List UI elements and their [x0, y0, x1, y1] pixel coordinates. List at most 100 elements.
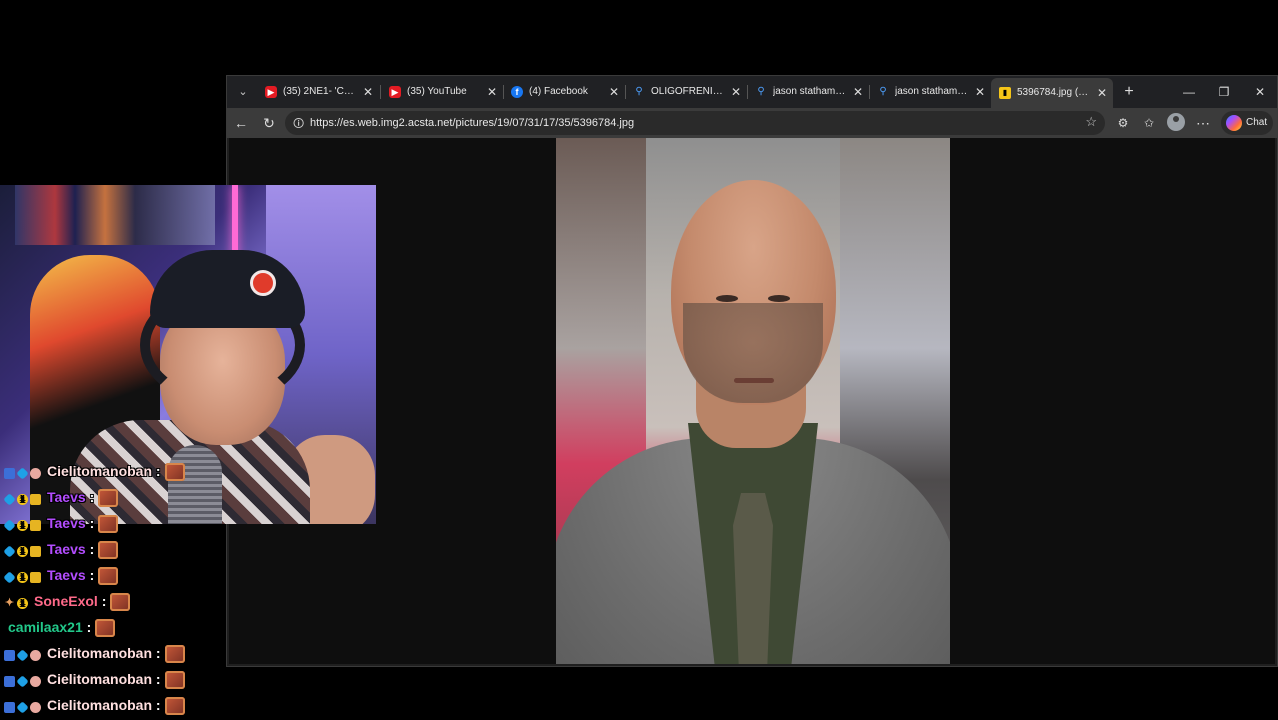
copilot-icon — [1226, 115, 1242, 131]
chat-separator: : — [155, 697, 161, 713]
close-icon[interactable]: ✕ — [729, 80, 743, 104]
tab-title: 5396784.jpg (1200×1600) — [1017, 87, 1091, 98]
copilot-chat-button[interactable]: Chat — [1221, 111, 1273, 135]
tab-5[interactable]: ⚲ jason statham - Búsqueda ✕ — [869, 80, 991, 104]
chat-emote-icon — [164, 645, 185, 664]
chat-badge-icon: 1 — [17, 520, 28, 532]
tab-2[interactable]: f (4) Facebook ✕ — [503, 80, 625, 104]
chat-badge-icon — [4, 650, 15, 662]
chat-label: Chat — [1246, 117, 1268, 128]
chat-message: ✦ 1 SoneExol : — [0, 588, 131, 615]
reload-icon[interactable]: ↻ — [259, 113, 279, 133]
photo-mouth — [734, 378, 774, 383]
chat-badge-icon: 1 — [17, 494, 28, 506]
chat-message: 1 Taevs : — [0, 536, 119, 563]
close-icon[interactable]: ✕ — [607, 80, 621, 104]
chat-separator: : — [155, 671, 161, 687]
chat-separator: : — [101, 593, 107, 609]
extensions-icon[interactable]: ⚙ — [1113, 113, 1133, 133]
chat-separator: : — [89, 489, 95, 505]
chat-badge-icon — [30, 546, 41, 558]
close-icon[interactable]: ✕ — [1095, 78, 1109, 108]
chat-separator: : — [155, 645, 161, 661]
chat-username[interactable]: Cielitomanoban — [47, 671, 152, 687]
chat-separator: : — [89, 515, 95, 531]
chat-separator: : — [155, 463, 161, 479]
close-icon[interactable]: ✕ — [485, 80, 499, 104]
chat-badge-icon: 1 — [17, 598, 28, 610]
chat-message: 1 Taevs : — [0, 484, 119, 511]
chat-badge-icon: 1 — [17, 572, 28, 584]
chat-emote-icon — [110, 593, 131, 612]
chat-badge-icon — [16, 649, 29, 662]
chat-badge-icon — [4, 676, 15, 688]
chat-badge-icon — [30, 702, 41, 714]
chat-username[interactable]: Taevs — [47, 541, 86, 557]
chat-badge-icon — [30, 572, 41, 584]
chat-emote-icon — [98, 489, 119, 508]
close-icon[interactable]: ✕ — [361, 80, 375, 104]
window-close-icon[interactable]: ✕ — [1250, 82, 1270, 102]
page-viewport — [229, 138, 1275, 664]
chat-emote-icon — [164, 697, 185, 716]
chat-badge-icon — [4, 468, 15, 480]
chat-badge-icon — [30, 494, 41, 506]
tab-1[interactable]: ▶ (35) YouTube ✕ — [381, 80, 503, 104]
new-tab-icon[interactable]: + — [1119, 82, 1139, 102]
chat-emote-icon — [98, 541, 119, 560]
chat-badges: 1 — [3, 563, 43, 589]
youtube-icon: ▶ — [265, 86, 277, 98]
tab-title: (35) 2NE1- 'COME BACK HOME' — [283, 86, 357, 97]
restore-icon[interactable]: ❐ — [1214, 82, 1234, 102]
chat-badge-icon — [30, 468, 41, 480]
tab-4[interactable]: ⚲ jason statham - Búsqueda ✕ — [747, 80, 869, 104]
chat-username[interactable]: Cielitomanoban — [47, 463, 152, 479]
chat-username[interactable]: Taevs — [47, 515, 86, 531]
chat-badges: 1 — [3, 485, 43, 511]
tab-6-active[interactable]: ▮ 5396784.jpg (1200×1600) ✕ — [991, 78, 1113, 108]
chat-badge-icon — [30, 520, 41, 532]
chat-username[interactable]: Taevs — [47, 567, 86, 583]
site-info-icon[interactable]: 🛈 — [293, 115, 304, 134]
address-bar[interactable]: 🛈 https://es.web.img2.acsta.net/pictures… — [285, 111, 1105, 135]
chat-badge-icon — [3, 493, 16, 506]
chat-message: 1 Taevs : — [0, 510, 119, 537]
chat-badges: 1 — [3, 511, 43, 537]
tab-title: OLIGOFRENICO - Búsqueda — [651, 86, 725, 97]
chat-badges — [4, 667, 43, 693]
tab-title: jason statham - Búsqueda — [773, 86, 847, 97]
chat-badges: ✦ 1 — [4, 589, 30, 615]
tab-search-menu-icon[interactable]: ⌄ — [233, 82, 253, 102]
image-file-icon: ▮ — [999, 87, 1011, 99]
chat-badges: 1 — [3, 537, 43, 563]
chat-username[interactable]: Cielitomanoban — [47, 697, 152, 713]
chat-emote-icon — [164, 671, 185, 690]
search-icon: ⚲ — [757, 86, 765, 97]
favorites-icon[interactable]: ✩ — [1139, 113, 1159, 133]
chat-badge-icon: 1 — [17, 546, 28, 558]
more-menu-icon[interactable]: ⋯ — [1193, 113, 1213, 133]
chat-username[interactable]: camilaax21 — [8, 619, 83, 635]
back-arrow-icon[interactable]: ← — [231, 113, 251, 133]
profile-avatar[interactable] — [1167, 113, 1185, 131]
tab-0[interactable]: ▶ (35) 2NE1- 'COME BACK HOME' ✕ — [257, 80, 379, 104]
tab-strip: ⌄ ▶ (35) 2NE1- 'COME BACK HOME' ✕ ▶ (35)… — [227, 76, 1277, 108]
nav-toolbar: ← ↻ 🛈 https://es.web.img2.acsta.net/pict… — [227, 108, 1277, 138]
chat-username[interactable]: Taevs — [47, 489, 86, 505]
chat-username[interactable]: SoneExol — [34, 593, 98, 609]
close-icon[interactable]: ✕ — [851, 80, 865, 104]
youtube-icon: ▶ — [389, 86, 401, 98]
chat-message: Cielitomanoban : — [0, 458, 185, 484]
url-text[interactable]: https://es.web.img2.acsta.net/pictures/1… — [310, 111, 634, 135]
chat-message: camilaax21 : — [0, 614, 116, 640]
chat-message: 1 Taevs : — [0, 562, 119, 589]
chat-separator: : — [86, 619, 92, 635]
favorite-star-icon[interactable]: ☆ — [1085, 114, 1097, 130]
tab-3[interactable]: ⚲ OLIGOFRENICO - Búsqueda ✕ — [625, 80, 747, 104]
chat-badge-icon — [16, 467, 29, 480]
displayed-image[interactable] — [556, 138, 950, 664]
chat-username[interactable]: Cielitomanoban — [47, 645, 152, 661]
minimize-icon[interactable]: — — [1179, 82, 1199, 102]
search-icon: ⚲ — [879, 86, 887, 97]
close-icon[interactable]: ✕ — [973, 80, 987, 104]
